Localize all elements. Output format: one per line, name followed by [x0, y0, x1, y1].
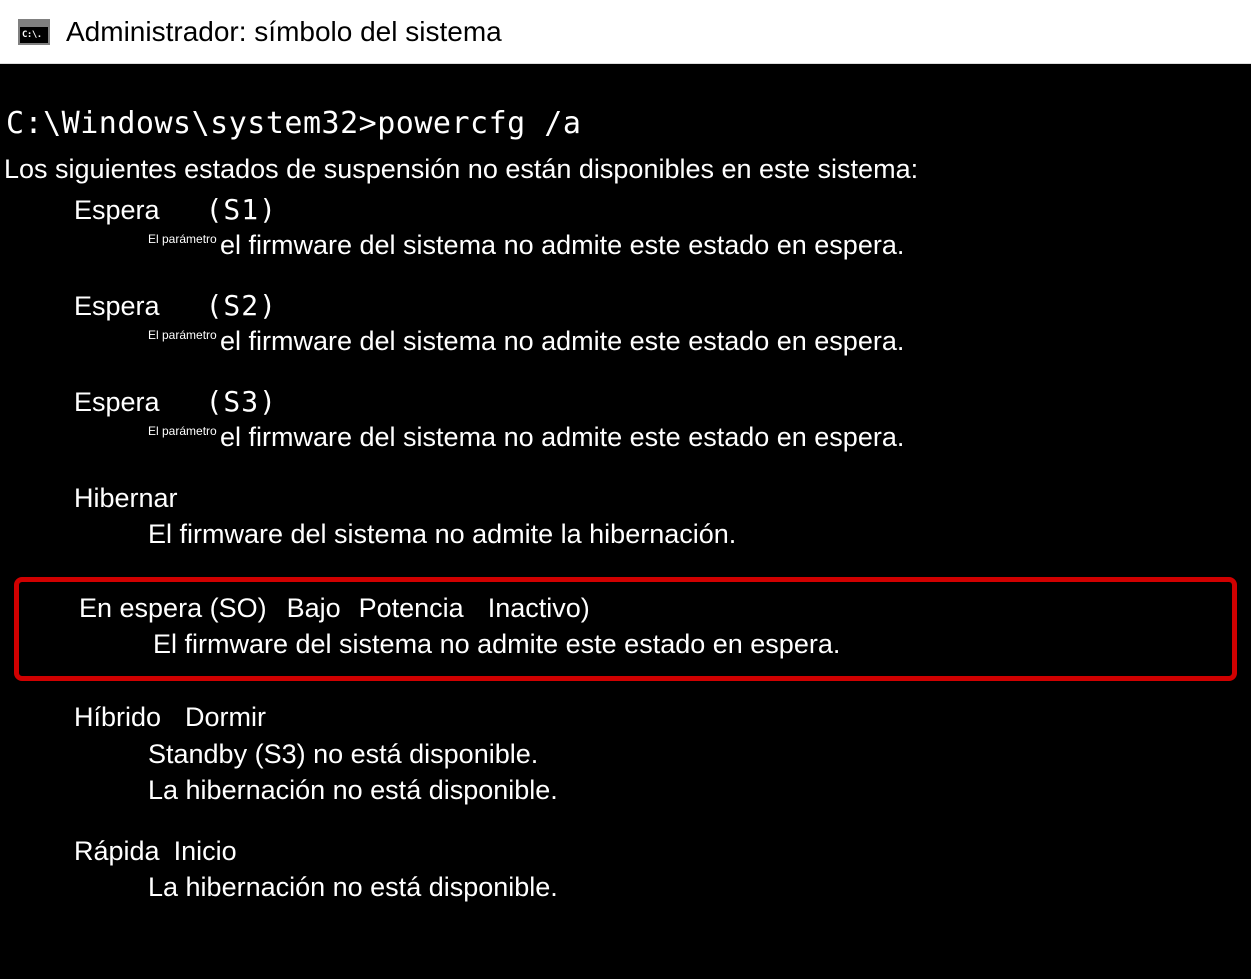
state-hibernate-desc: El firmware del sistema no admite la hib… [0, 516, 1251, 552]
state-s0-name-p1: En espera (SO) [79, 590, 267, 626]
state-s1-desc: el firmware del sistema no admite este e… [220, 230, 904, 260]
state-hybrid-name-p1: Híbrido [74, 699, 161, 735]
state-hybrid-desc1: Standby (S3) no está disponible. [0, 736, 1251, 772]
window-title: Administrador: símbolo del sistema [66, 16, 502, 48]
state-s3-name: Espera [74, 384, 160, 420]
state-s1-code: (S1) [206, 191, 277, 229]
state-s1-name: Espera [74, 192, 160, 228]
state-s3-desc: el firmware del sistema no admite este e… [220, 422, 904, 452]
state-s0-title: En espera (SO) Bajo Potencia Inactivo) [19, 590, 1232, 626]
state-s2: Espera (S2) El parámetro el firmware del… [0, 287, 1251, 359]
state-hibernate-title: Hibernar [0, 480, 1251, 516]
intro-text: Los siguientes estados de suspensión no … [0, 151, 1251, 187]
state-s2-desc: el firmware del sistema no admite este e… [220, 326, 904, 356]
state-s2-name: Espera [74, 288, 160, 324]
state-hybrid-title: Híbrido Dormir [0, 699, 1251, 735]
state-fast-title: Rápida Inicio [0, 833, 1251, 869]
highlighted-state-s0: En espera (SO) Bajo Potencia Inactivo) E… [14, 577, 1237, 682]
state-hybrid-desc2: La hibernación no está disponible. [0, 772, 1251, 808]
state-fast-name-p1: Rápida [74, 833, 160, 869]
state-s2-prefix: El parámetro [148, 327, 217, 343]
state-s3: Espera (S3) El parámetro el firmware del… [0, 383, 1251, 455]
state-s3-prefix: El parámetro [148, 423, 217, 439]
state-s0-desc: El firmware del sistema no admite este e… [19, 626, 1232, 662]
state-s2-desc-wrap: El parámetro el firmware del sistema no … [0, 323, 1251, 359]
state-s3-desc-wrap: El parámetro el firmware del sistema no … [0, 419, 1251, 455]
state-hybrid-name-p2: Dormir [185, 699, 266, 735]
state-fast: Rápida Inicio La hibernación no está dis… [0, 833, 1251, 906]
titlebar[interactable]: C:\. Administrador: símbolo del sistema [0, 0, 1251, 64]
cmd-icon-text: C:\. [22, 30, 42, 40]
state-s2-title: Espera (S2) [0, 287, 1251, 325]
state-s3-title: Espera (S3) [0, 383, 1251, 421]
state-fast-desc: La hibernación no está disponible. [0, 869, 1251, 905]
state-s1-desc-wrap: El parámetro el firmware del sistema no … [0, 227, 1251, 263]
state-s2-code: (S2) [206, 287, 277, 325]
state-hibernate: Hibernar El firmware del sistema no admi… [0, 480, 1251, 553]
state-hybrid: Híbrido Dormir Standby (S3) no está disp… [0, 699, 1251, 808]
state-fast-name-p2: Inicio [174, 833, 237, 869]
terminal-output[interactable]: C:\Windows\system32>powercfg /a Los sigu… [0, 64, 1251, 906]
state-s1-title: Espera (S1) [0, 191, 1251, 229]
state-hibernate-name: Hibernar [74, 480, 178, 516]
command-prompt-line: C:\Windows\system32>powercfg /a [0, 104, 1251, 145]
state-s1-prefix: El parámetro [148, 231, 217, 247]
state-s0-name-p3: Potencia [359, 590, 464, 626]
cmd-icon: C:\. [18, 19, 50, 45]
state-s1: Espera (S1) El parámetro el firmware del… [0, 191, 1251, 263]
state-s0-name-p4: Inactivo) [488, 590, 590, 626]
state-s3-code: (S3) [206, 383, 277, 421]
state-s0-name-p2: Bajo [287, 590, 341, 626]
